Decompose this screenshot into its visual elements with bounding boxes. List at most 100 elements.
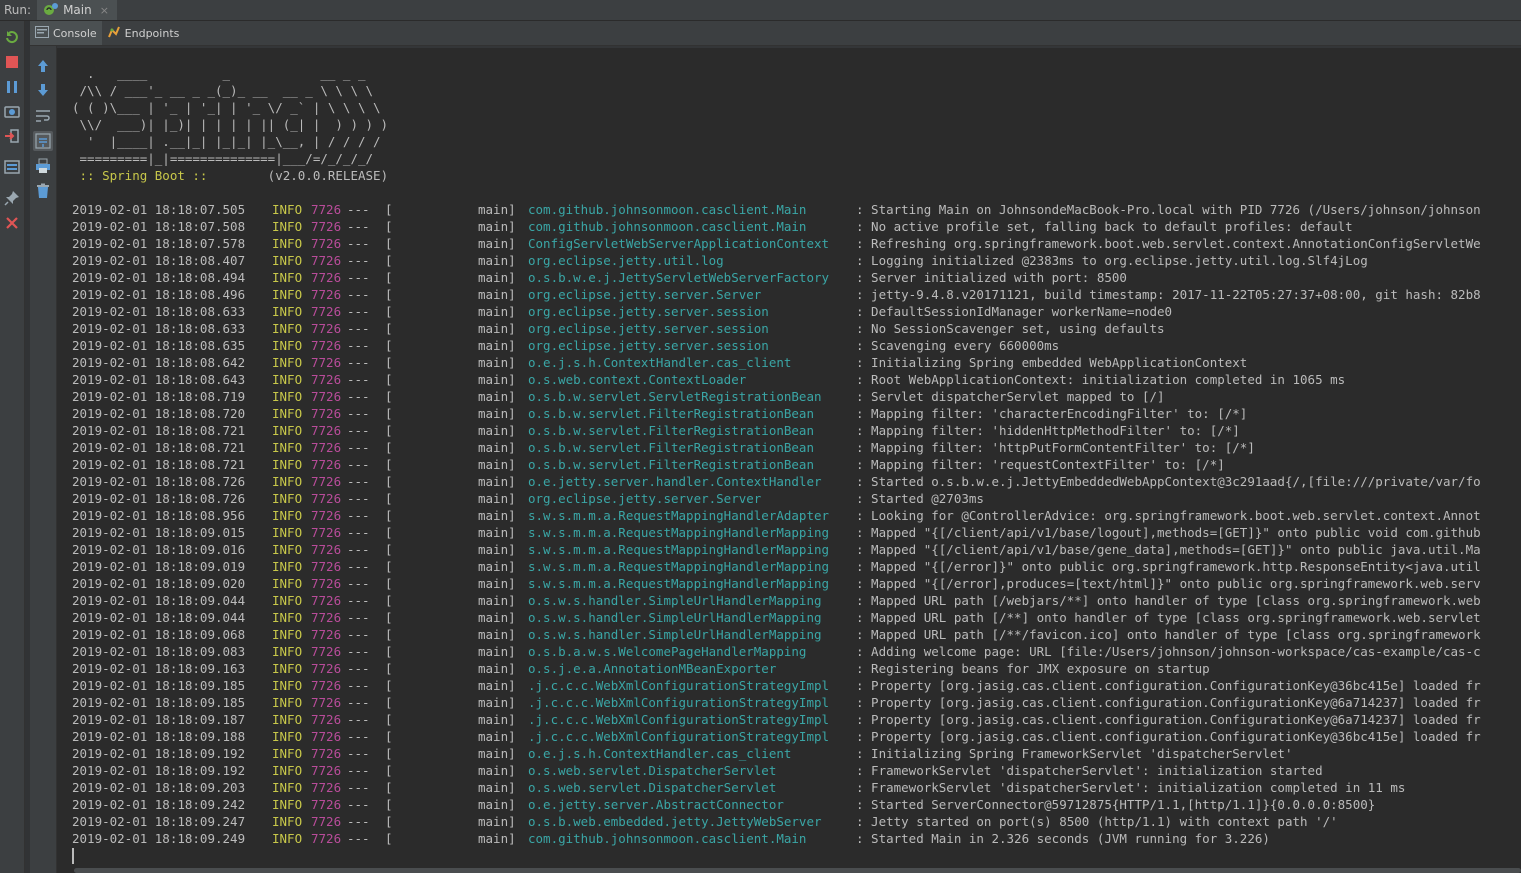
arrow-up-icon[interactable] [35,58,51,74]
log-logger[interactable]: o.s.web.servlet.DispatcherServlet [528,779,776,796]
log-line: 2019-02-01 18:18:09.016 INFO 7726 --- main] [… [72,541,1521,558]
log-timestamp: 2019-02-01 18:18:08.720 [72,406,246,421]
rerun-icon[interactable] [4,29,20,45]
stop-icon[interactable] [4,54,20,70]
log-line: 2019-02-01 18:18:07.508 INFO 7726 --- main] [… [72,218,1521,235]
log-logger[interactable]: o.s.b.w.servlet.FilterRegistrationBean [528,405,814,422]
log-thread: main] [478,236,516,251]
log-logger[interactable]: o.s.w.s.handler.SimpleUrlHandlerMapping [528,626,822,643]
log-logger[interactable]: s.w.s.m.m.a.RequestMappingHandlerMapping [528,558,829,575]
log-pid: 7726 [311,202,342,217]
log-timestamp: 2019-02-01 18:18:09.185 [72,695,246,710]
log-logger[interactable]: o.s.w.s.handler.SimpleUrlHandlerMapping [528,592,822,609]
log-timestamp: 2019-02-01 18:18:09.020 [72,576,246,591]
log-pid: 7726 [311,508,342,523]
log-timestamp: 2019-02-01 18:18:08.721 [72,440,246,455]
log-message: : Started ServerConnector@59712875{HTTP/… [856,797,1376,812]
trash-icon[interactable] [35,183,51,199]
soft-wrap-icon[interactable] [35,108,51,124]
log-logger[interactable]: org.eclipse.jetty.server.session [528,303,769,320]
log-timestamp: 2019-02-01 18:18:09.192 [72,763,246,778]
log-thread: main] [478,525,516,540]
log-pid: 7726 [311,423,342,438]
log-logger[interactable]: o.e.j.s.h.ContextHandler.cas_client [528,745,791,762]
log-level: INFO [272,440,303,455]
log-thread-bracket: [ [385,219,393,234]
log-logger[interactable]: org.eclipse.jetty.util.log [528,252,724,269]
log-logger[interactable]: o.s.j.e.a.AnnotationMBeanExporter [528,660,776,677]
tab-console[interactable]: Console [30,21,102,45]
log-level: INFO [272,457,303,472]
log-logger[interactable]: .j.c.c.c.WebXmlConfigurationStrategyImpl [528,694,829,711]
log-timestamp: 2019-02-01 18:18:07.578 [72,236,246,251]
log-message: : Mapping filter: 'characterEncodingFilt… [856,406,1248,421]
log-thread: main] [478,321,516,336]
log-logger[interactable]: com.github.johnsonmoon.casclient.Main [528,830,806,847]
log-logger[interactable]: o.s.b.w.servlet.FilterRegistrationBean [528,422,814,439]
log-pid: 7726 [311,627,342,642]
exit-icon[interactable] [4,128,20,144]
log-timestamp: 2019-02-01 18:18:09.163 [72,661,246,676]
log-thread-bracket: [ [385,406,393,421]
tab-endpoints[interactable]: Endpoints [102,21,185,45]
log-thread-bracket: [ [385,644,393,659]
log-logger[interactable]: s.w.s.m.m.a.RequestMappingHandlerMapping [528,575,829,592]
log-timestamp: 2019-02-01 18:18:08.642 [72,355,246,370]
log-timestamp: 2019-02-01 18:18:08.719 [72,389,246,404]
log-logger[interactable]: o.s.b.w.servlet.FilterRegistrationBean [528,439,814,456]
log-logger[interactable]: o.e.j.s.h.ContextHandler.cas_client [528,354,791,371]
horizontal-scrollbar[interactable] [74,868,1521,873]
console-output[interactable]: . ____ _ __ _ _ /\\ / ___'_ __ _ _(_)_ _… [57,46,1521,873]
close-icon[interactable] [4,215,20,231]
log-logger[interactable]: org.eclipse.jetty.server.Server [528,286,761,303]
log-thread: main] [478,202,516,217]
log-logger[interactable]: o.e.jetty.server.handler.ContextHandler [528,473,822,490]
run-tab-main[interactable]: Main × [37,0,117,20]
log-logger[interactable]: .j.c.c.c.WebXmlConfigurationStrategyImpl [528,677,829,694]
log-thread-bracket: [ [385,372,393,387]
log-logger[interactable]: com.github.johnsonmoon.casclient.Main [528,218,806,235]
layout-icon[interactable] [4,159,20,175]
log-logger[interactable]: o.s.b.web.embedded.jetty.JettyWebServer [528,813,822,830]
log-logger[interactable]: o.s.web.servlet.DispatcherServlet [528,762,776,779]
pause-icon[interactable] [4,79,20,95]
log-logger[interactable]: o.s.b.w.servlet.FilterRegistrationBean [528,456,814,473]
log-logger[interactable]: org.eclipse.jetty.server.Server [528,490,761,507]
log-logger[interactable]: .j.c.c.c.WebXmlConfigurationStrategyImpl [528,711,829,728]
log-pid: 7726 [311,355,342,370]
log-thread: main] [478,372,516,387]
log-thread: main] [478,253,516,268]
log-logger[interactable]: ConfigServletWebServerApplicationContext [528,235,829,252]
scroll-to-end-icon[interactable] [33,131,53,151]
arrow-down-icon[interactable] [35,82,51,98]
log-logger[interactable]: o.s.b.w.e.j.JettyServletWebServerFactory [528,269,829,286]
log-logger[interactable]: s.w.s.m.m.a.RequestMappingHandlerAdapter [528,507,829,524]
print-icon[interactable] [35,158,51,174]
log-thread-bracket: [ [385,610,393,625]
log-logger[interactable]: o.s.b.w.servlet.ServletRegistrationBean [528,388,822,405]
log-thread: main] [478,729,516,744]
log-thread: main] [478,814,516,829]
log-logger[interactable]: org.eclipse.jetty.server.session [528,337,769,354]
log-logger[interactable]: org.eclipse.jetty.server.session [528,320,769,337]
log-timestamp: 2019-02-01 18:18:08.956 [72,508,246,523]
log-logger[interactable]: o.s.w.s.handler.SimpleUrlHandlerMapping [528,609,822,626]
log-logger[interactable]: com.github.johnsonmoon.casclient.Main [528,201,806,218]
log-thread-bracket: [ [385,236,393,251]
log-logger[interactable]: s.w.s.m.m.a.RequestMappingHandlerMapping [528,524,829,541]
log-level: INFO [272,525,303,540]
log-thread: main] [478,423,516,438]
log-level: INFO [272,491,303,506]
log-timestamp: 2019-02-01 18:18:09.044 [72,610,246,625]
log-logger[interactable]: o.s.web.context.ContextLoader [528,371,746,388]
log-line: 2019-02-01 18:18:08.633 INFO 7726 --- main] [… [72,303,1521,320]
pin-icon[interactable] [4,190,20,206]
log-pid: 7726 [311,457,342,472]
log-level: INFO [272,372,303,387]
log-logger[interactable]: o.e.jetty.server.AbstractConnector [528,796,784,813]
log-logger[interactable]: o.s.b.a.w.s.WelcomePageHandlerMapping [528,643,806,660]
log-logger[interactable]: s.w.s.m.m.a.RequestMappingHandlerMapping [528,541,829,558]
close-icon[interactable]: × [100,4,109,17]
camera-icon[interactable] [4,103,20,119]
log-logger[interactable]: .j.c.c.c.WebXmlConfigurationStrategyImpl [528,728,829,745]
